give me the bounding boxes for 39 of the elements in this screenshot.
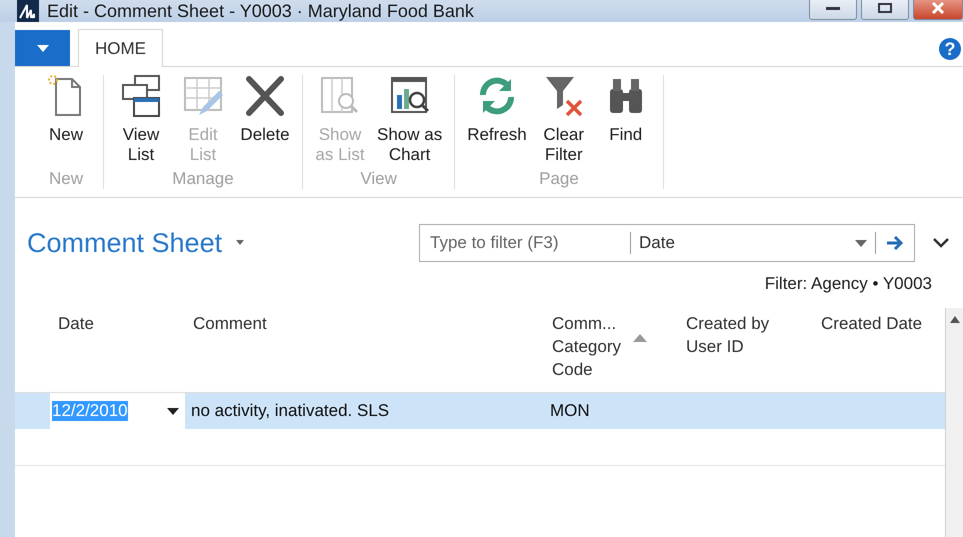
scroll-up-icon[interactable] [950, 316, 960, 323]
caret-icon [855, 240, 867, 246]
ribbon-tab[interactable]: HOME [78, 29, 163, 67]
app-menu-button[interactable] [15, 30, 70, 66]
filter-field-dropdown[interactable]: Date [631, 232, 876, 254]
ribbon-button[interactable]: Refresh [463, 73, 531, 169]
ribbon-button[interactable]: New [37, 73, 95, 169]
table-cell-text: MON [549, 400, 591, 422]
page-title[interactable]: Comment Sheet [27, 228, 222, 258]
close-button[interactable] [913, 0, 963, 20]
ribbon-button[interactable]: Delete [236, 73, 294, 169]
group-label: View [359, 169, 398, 189]
window-title: Edit - Comment Sheet - Y0003 · Maryland Food Bank [47, 0, 475, 22]
table-row[interactable]: 12/2/2010 no activity, inativated. SLS MON [15, 392, 945, 429]
table-cell-text: no activity, inativated. SLS [190, 400, 390, 422]
ribbon-button[interactable]: Find [596, 73, 655, 169]
delete-icon [243, 73, 287, 119]
column-header[interactable]: Date [50, 308, 185, 392]
close-icon [931, 2, 945, 14]
column-header[interactable]: Created by User ID [678, 308, 813, 392]
filter-caption: Filter: Agency • Y0003 [764, 274, 932, 294]
column-header[interactable]: Comment [185, 308, 544, 392]
group-label: Page [538, 169, 580, 189]
maximize-button[interactable] [861, 0, 909, 20]
column-header[interactable]: Comm... Category Code [544, 308, 678, 392]
minimize-button[interactable] [809, 0, 857, 20]
minimize-icon [826, 5, 840, 11]
caret-icon[interactable] [167, 408, 179, 414]
group-label: Manage [171, 169, 235, 189]
scrollbar[interactable] [945, 308, 963, 537]
ribbon-button[interactable]: Clear Filter [534, 73, 593, 169]
column-header[interactable]: Created Date [813, 308, 945, 392]
help-icon[interactable]: ? [939, 38, 961, 60]
group-label: New [48, 169, 84, 189]
maximize-icon [878, 3, 892, 13]
ribbon-button[interactable]: View List [112, 73, 170, 169]
windows-icon [119, 73, 163, 119]
ribbon-button[interactable]: Show as Chart [373, 73, 446, 169]
caret-icon [36, 44, 48, 52]
